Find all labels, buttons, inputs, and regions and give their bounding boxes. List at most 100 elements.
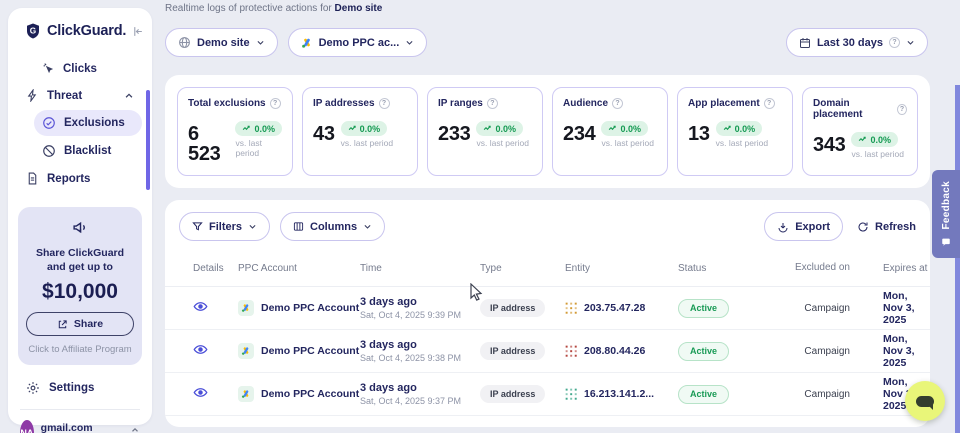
sidebar-scrollbar[interactable] bbox=[146, 90, 150, 190]
vs-last-period: vs. last period bbox=[601, 138, 653, 148]
excluded-on-value: Campaign bbox=[786, 303, 858, 314]
stat-card-ip-addresses: IP addresses? 43 0.0% vs. last period bbox=[302, 87, 418, 176]
columns-icon bbox=[293, 221, 304, 232]
col-header-status[interactable]: Status bbox=[678, 263, 786, 274]
type-badge: IP address bbox=[480, 342, 545, 360]
col-header-details[interactable]: Details bbox=[193, 263, 238, 274]
export-button[interactable]: Export bbox=[764, 212, 843, 241]
col-header-expires-at[interactable]: Expires at bbox=[858, 263, 930, 274]
chevron-down-icon bbox=[906, 38, 915, 47]
stat-card-ip-ranges: IP ranges? 233 0.0% vs. last period bbox=[427, 87, 543, 176]
chat-launcher-button[interactable] bbox=[905, 381, 945, 421]
col-header-type[interactable]: Type bbox=[480, 263, 565, 274]
view-details-eye-icon[interactable] bbox=[193, 342, 208, 357]
columns-dropdown[interactable]: Columns bbox=[280, 212, 385, 241]
account-name: Demo PPC Account bbox=[261, 345, 359, 357]
affiliate-promo-card[interactable]: Share ClickGuard and get up to $10,000 S… bbox=[18, 207, 142, 365]
col-header-account[interactable]: PPC Account bbox=[238, 263, 360, 274]
col-header-time[interactable]: Time bbox=[360, 263, 480, 274]
info-icon[interactable]: ? bbox=[612, 98, 623, 109]
account-switcher[interactable]: NA gmail.com naatali.ro@gmail.com bbox=[18, 418, 142, 433]
account-name: Demo PPC Account bbox=[261, 388, 359, 400]
sidebar-item-settings[interactable]: Settings bbox=[18, 373, 142, 403]
stat-value: 13 bbox=[688, 124, 710, 144]
sidebar-item-exclusions[interactable]: Exclusions bbox=[34, 110, 142, 136]
vs-last-period: vs. last period bbox=[716, 138, 768, 148]
trend-badge: 0.0% bbox=[476, 121, 523, 136]
stat-value: 6 523 bbox=[188, 124, 229, 164]
feedback-chat-icon bbox=[941, 237, 951, 247]
refresh-button[interactable]: Refresh bbox=[857, 221, 916, 233]
entity-value: 203.75.47.28 bbox=[584, 302, 645, 314]
chevron-down-icon bbox=[363, 222, 372, 231]
stat-label: IP addresses bbox=[313, 98, 375, 109]
vs-last-period: vs. last period bbox=[235, 138, 282, 158]
view-details-eye-icon[interactable] bbox=[193, 385, 208, 400]
chevron-down-icon bbox=[405, 38, 414, 47]
page-scrollbar[interactable] bbox=[955, 85, 960, 433]
sidebar-item-reports[interactable]: Reports bbox=[18, 166, 142, 191]
google-ads-icon bbox=[301, 37, 313, 49]
filters-label: Filters bbox=[209, 221, 242, 233]
brand: G ClickGuard. bbox=[18, 22, 142, 40]
megaphone-icon bbox=[72, 219, 89, 236]
type-badge: IP address bbox=[480, 385, 545, 403]
export-label: Export bbox=[795, 221, 830, 233]
logs-table-panel: Filters Columns Export Refresh Details P… bbox=[165, 200, 930, 427]
trend-up-icon bbox=[858, 135, 867, 144]
sidebar-item-label: Exclusions bbox=[64, 117, 125, 129]
time-relative: 3 days ago bbox=[360, 296, 480, 308]
sidebar-item-label: Reports bbox=[47, 173, 90, 185]
stat-card-total-exclusions: Total exclusions? 6 523 0.0% vs. last pe… bbox=[177, 87, 293, 176]
site-filter-value: Demo site bbox=[197, 37, 250, 49]
trend-up-icon bbox=[723, 124, 732, 133]
info-icon[interactable]: ? bbox=[487, 98, 498, 109]
sidebar-item-blacklist[interactable]: Blacklist bbox=[34, 138, 142, 164]
date-range-dropdown[interactable]: Last 30 days ? bbox=[786, 28, 928, 57]
google-ads-icon bbox=[238, 300, 254, 316]
table-row: Demo PPC Account 3 days agoSat, Oct 4, 2… bbox=[165, 287, 930, 330]
account-filter-dropdown[interactable]: Demo PPC ac... bbox=[288, 28, 428, 57]
col-header-entity[interactable]: Entity bbox=[565, 263, 678, 274]
brand-name: ClickGuard. bbox=[47, 23, 126, 39]
download-icon bbox=[777, 221, 789, 233]
globe-icon bbox=[178, 36, 191, 49]
stat-value: 43 bbox=[313, 124, 335, 144]
trend-badge: 0.0% bbox=[601, 121, 648, 136]
stat-value: 233 bbox=[438, 124, 470, 144]
excluded-on-value: Campaign bbox=[786, 346, 858, 357]
sidebar-item-threat[interactable]: Threat bbox=[18, 83, 142, 108]
sidebar-item-label: Blacklist bbox=[64, 145, 111, 157]
stat-card-domain-placement: Domain placement? 343 0.0% vs. last peri… bbox=[802, 87, 918, 176]
view-details-eye-icon[interactable] bbox=[193, 299, 208, 314]
info-icon[interactable]: ? bbox=[379, 98, 390, 109]
trend-badge: 0.0% bbox=[716, 121, 763, 136]
settings-label: Settings bbox=[49, 382, 94, 394]
google-ads-icon bbox=[238, 343, 254, 359]
expires-at-value: Mon, Nov 3, 2025 bbox=[858, 333, 930, 369]
collapse-sidebar-icon[interactable] bbox=[131, 25, 144, 38]
check-circle-icon bbox=[42, 116, 56, 130]
avatar: NA bbox=[20, 420, 34, 433]
refresh-label: Refresh bbox=[875, 221, 916, 233]
feedback-tab[interactable]: Feedback bbox=[932, 170, 960, 258]
stat-label: App placement bbox=[688, 98, 760, 109]
info-icon[interactable]: ? bbox=[764, 98, 775, 109]
lightning-icon bbox=[26, 89, 39, 102]
time-absolute: Sat, Oct 4, 2025 9:38 PM bbox=[360, 353, 480, 363]
sidebar-item-clicks[interactable]: Clicks bbox=[34, 56, 142, 81]
site-filter-dropdown[interactable]: Demo site bbox=[165, 28, 278, 57]
vs-last-period: vs. last period bbox=[341, 138, 393, 148]
col-header-excluded-on[interactable]: Excluded on bbox=[786, 262, 858, 275]
subtitle-text: Realtime logs of protective actions for bbox=[165, 3, 332, 14]
external-link-icon bbox=[57, 319, 68, 330]
refresh-icon bbox=[857, 221, 869, 233]
info-icon[interactable]: ? bbox=[270, 98, 281, 109]
table-row: Demo PPC Account 3 days agoSat, Oct 4, 2… bbox=[165, 373, 930, 416]
info-icon[interactable]: ? bbox=[897, 104, 907, 115]
share-button[interactable]: Share bbox=[26, 312, 134, 336]
filters-dropdown[interactable]: Filters bbox=[179, 212, 270, 241]
info-icon: ? bbox=[889, 37, 900, 48]
trend-up-icon bbox=[483, 124, 492, 133]
ip-identicon bbox=[565, 302, 578, 315]
